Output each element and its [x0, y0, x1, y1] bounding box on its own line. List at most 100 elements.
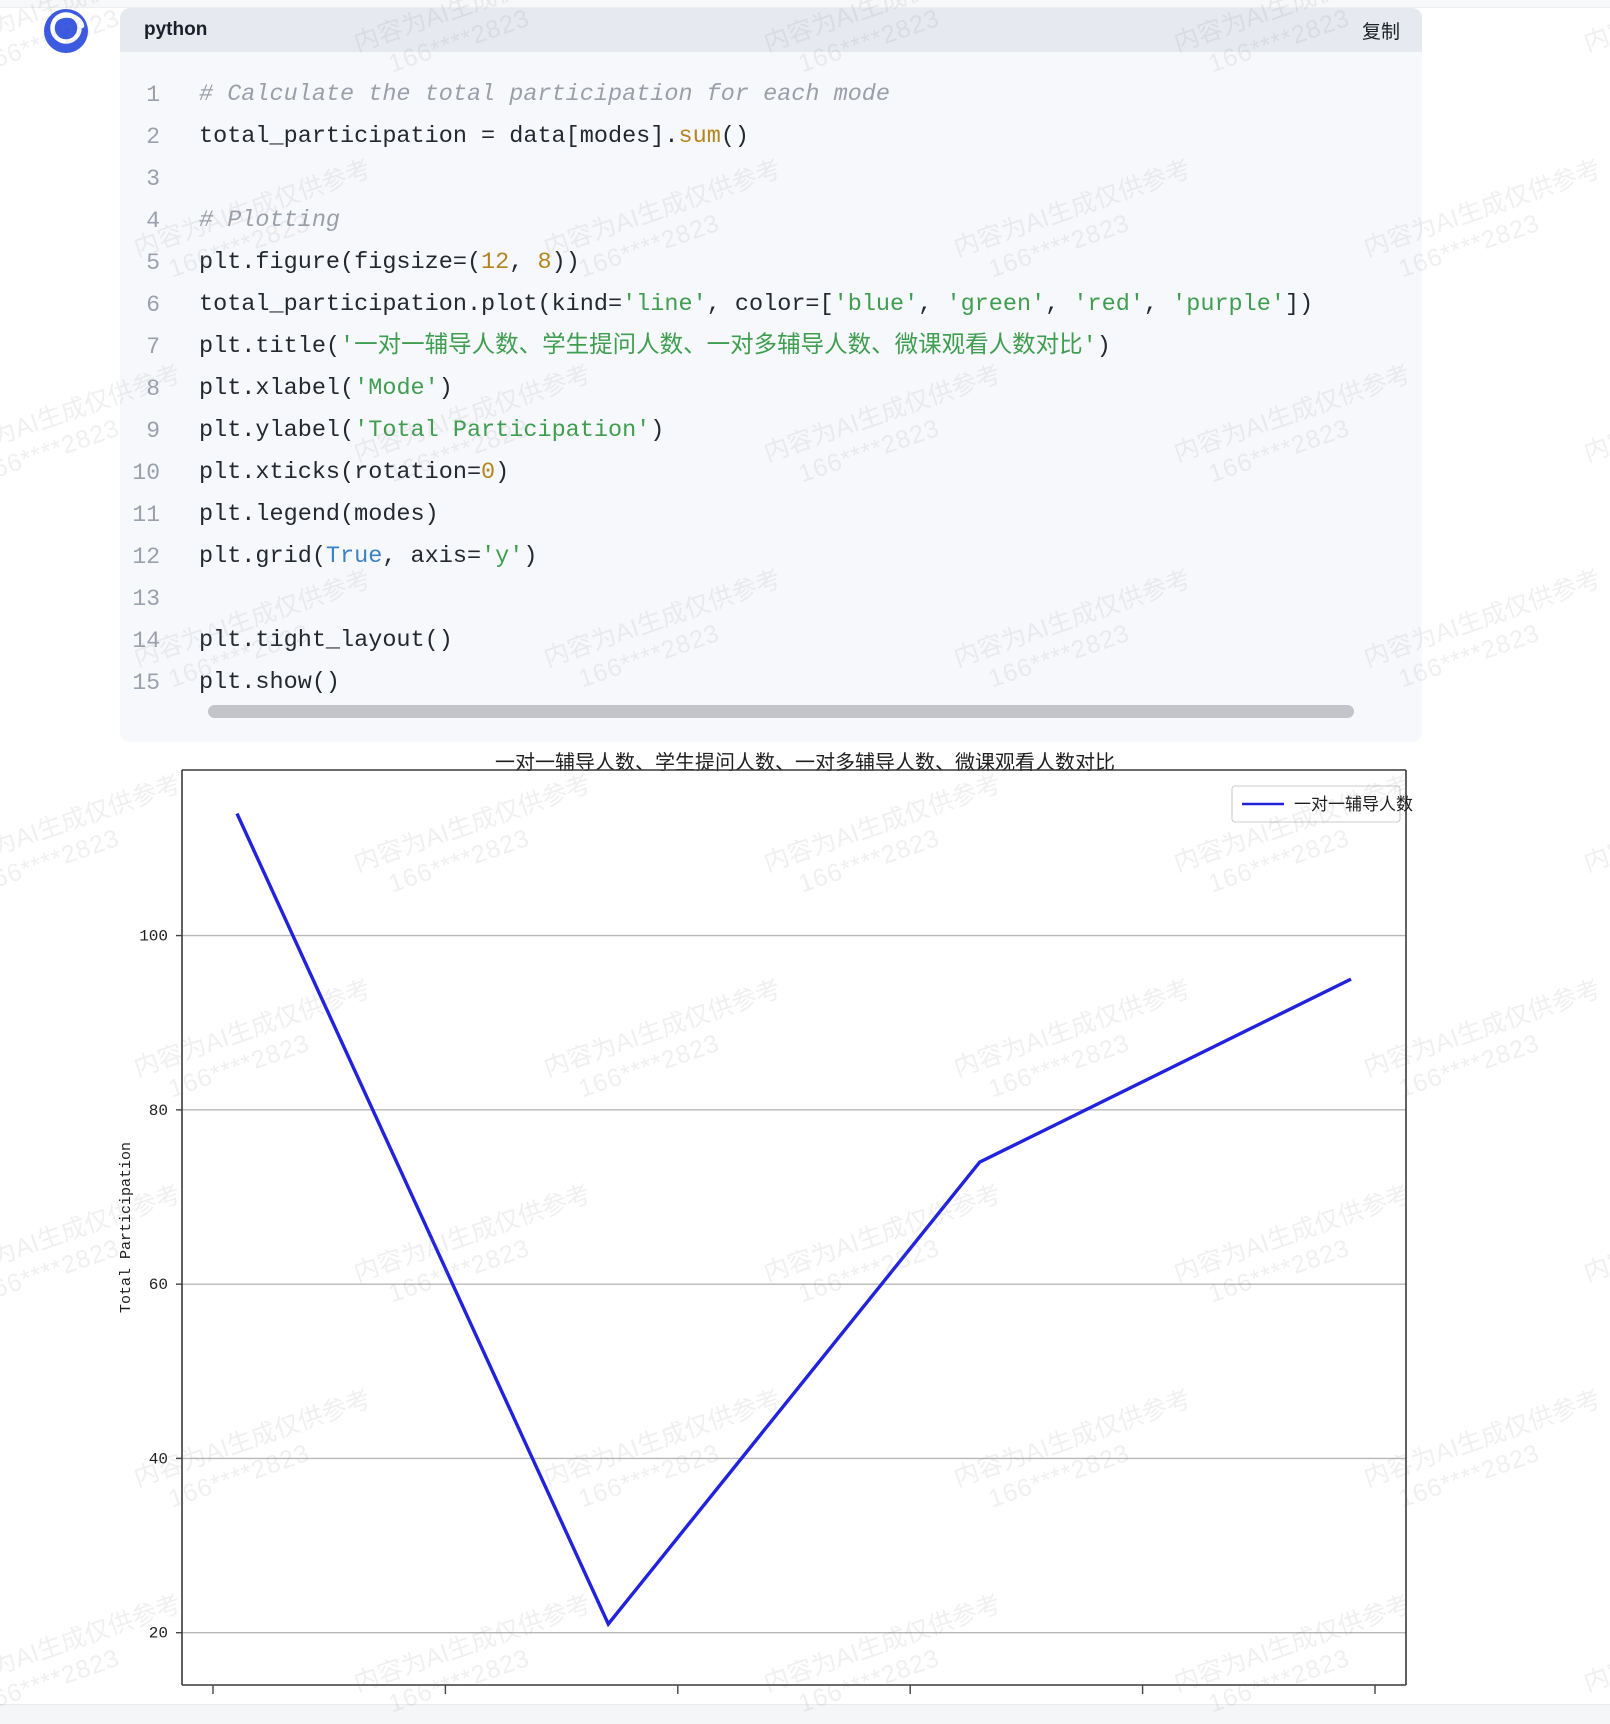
code-line-number: 12 [132, 544, 160, 570]
code-line: 15 plt.show() [120, 662, 1353, 704]
page-bottom-divider [0, 1704, 1610, 1724]
code-scroll-region[interactable]: 1 # Calculate the total participation for… [120, 74, 1422, 704]
code-token: )) [551, 249, 580, 276]
code-token: ) [1096, 333, 1111, 360]
chart-gridlines [176, 934, 1406, 1634]
code-line-source: plt.grid(True, axis='y') [198, 536, 1353, 578]
chart-legend: 一对一辅导人数 [1231, 785, 1413, 823]
copy-code-button[interactable]: 复制 [1362, 17, 1400, 44]
code-token: , axis= [382, 543, 482, 570]
code-token: 'green' [946, 291, 1046, 318]
code-block-header: python 复制 [120, 8, 1422, 52]
code-token: plt.xlabel( [199, 375, 355, 402]
code-line-number: 8 [146, 376, 160, 402]
code-line-number: 13 [132, 586, 160, 612]
code-line-number: 10 [132, 460, 160, 486]
code-token: , [1143, 291, 1173, 318]
code-line-number: 2 [146, 124, 160, 150]
code-line-number: 3 [146, 166, 160, 192]
code-token: ) [438, 375, 453, 402]
code-line: 9 plt.ylabel('Total Participation') [120, 410, 1353, 452]
code-line-source: plt.tight_layout() [198, 620, 1353, 662]
code-token: '一对一辅导人数、学生提问人数、一对多辅导人数、微课观看人数对比' [340, 333, 1097, 360]
code-token: , [1045, 291, 1074, 318]
code-token: sum [678, 123, 721, 150]
code-line: 8 plt.xlabel('Mode') [120, 368, 1353, 410]
code-line-source: plt.xlabel('Mode') [198, 368, 1353, 410]
code-token: total_participation = data[modes]. [199, 123, 679, 150]
code-token: , [918, 291, 947, 318]
code-token: 'blue' [833, 291, 919, 318]
chart-y-tick-label: 80 [149, 1102, 168, 1120]
code-line-source: # Calculate the total participation for … [198, 74, 1353, 116]
code-token: 'y' [481, 543, 524, 570]
code-line-source: total_participation.plot(kind='line', co… [198, 284, 1353, 326]
code-token: 'red' [1073, 291, 1144, 318]
code-token: # Calculate the total participation for … [199, 81, 891, 108]
code-line: 13 [120, 578, 1353, 620]
code-line: 6 total_participation.plot(kind='line', c… [120, 284, 1353, 326]
code-line-source: total_participation = data[modes].sum() [198, 116, 1353, 158]
chart-axes [181, 769, 1407, 1686]
code-line-number: 9 [146, 418, 160, 444]
chart-y-tick-label: 40 [149, 1450, 168, 1468]
code-line: 12 plt.grid(True, axis='y') [120, 536, 1353, 578]
code-line-number: 14 [132, 628, 160, 654]
code-line: 1 # Calculate the total participation for… [120, 74, 1353, 116]
code-line-number: 11 [132, 502, 160, 528]
code-token: plt.legend(modes) [199, 501, 439, 528]
code-token: total_participation.plot(kind= [199, 291, 623, 318]
code-block-card: python 复制 1 # Calculate the total partici… [120, 8, 1422, 742]
chart-x-tick-marks [212, 1685, 1376, 1694]
code-token: 'Mode' [354, 375, 439, 402]
code-line-source: plt.show() [198, 662, 1353, 704]
chart-canvas: 20 40 60 80 100 Total Participation 一对一辅导人数 [118, 769, 1413, 1694]
code-line-number: 15 [132, 670, 160, 696]
code-token: ) [523, 543, 538, 570]
code-token: ) [495, 459, 510, 486]
code-line-source: plt.title('一对一辅导人数、学生提问人数、一对多辅导人数、微课观看人数… [198, 326, 1353, 368]
code-line: 2 total_participation = data[modes].sum() [120, 116, 1353, 158]
code-line: 7 plt.title('一对一辅导人数、学生提问人数、一对多辅导人数、微课观看人… [120, 326, 1353, 368]
chart-y-axis-label-text: Total Participation [118, 1142, 135, 1313]
code-line: 5 plt.figure(figsize=(12, 8)) [120, 242, 1353, 284]
code-token: 'purple' [1172, 291, 1285, 318]
code-line-source [198, 578, 1353, 620]
code-token: # Plotting [199, 207, 341, 234]
assistant-avatar-icon [38, 2, 94, 58]
code-line-number: 4 [146, 208, 160, 234]
code-token: , [509, 249, 538, 276]
code-line-source: # Plotting [198, 200, 1353, 242]
code-line: 10 plt.xticks(rotation=0) [120, 452, 1353, 494]
code-line-number: 5 [146, 250, 160, 276]
code-token: plt.title( [199, 333, 341, 360]
code-line: 14 plt.tight_layout() [120, 620, 1353, 662]
code-lines-table: 1 # Calculate the total participation for… [120, 74, 1353, 704]
code-line-source [198, 158, 1353, 200]
code-line-number: 1 [146, 82, 160, 108]
code-token: plt.grid( [199, 543, 326, 570]
chart-legend-label: 一对一辅导人数 [1294, 795, 1413, 814]
chart-y-tick-label: 100 [139, 928, 168, 946]
code-token: , color=[ [706, 291, 834, 318]
watermark-text: 内容为AI生成仅供参考166****2823 [1580, 0, 1610, 58]
code-line: 3 [120, 158, 1353, 200]
code-token: plt.ylabel( [199, 417, 355, 444]
chart-y-axis-label: Total Participation [118, 1142, 135, 1313]
code-line-number: 7 [146, 334, 160, 360]
code-token: plt.tight_layout() [199, 627, 453, 654]
code-token: 0 [481, 459, 496, 486]
code-horizontal-scrollbar[interactable] [208, 705, 1354, 718]
code-token: () [720, 123, 750, 150]
code-line-source: plt.figure(figsize=(12, 8)) [198, 242, 1353, 284]
code-line: 11 plt.legend(modes) [120, 494, 1353, 536]
page-top-divider [0, 0, 1610, 8]
code-token: plt.figure(figsize=( [199, 249, 482, 276]
code-line-number: 6 [146, 292, 160, 318]
code-block-body: 1 # Calculate the total participation for… [120, 52, 1422, 742]
code-token: 12 [481, 249, 510, 276]
code-token: 'Total Participation' [354, 417, 651, 444]
code-token: plt.xticks(rotation= [199, 459, 482, 486]
code-line-source: plt.xticks(rotation=0) [198, 452, 1353, 494]
code-token: 8 [537, 249, 552, 276]
